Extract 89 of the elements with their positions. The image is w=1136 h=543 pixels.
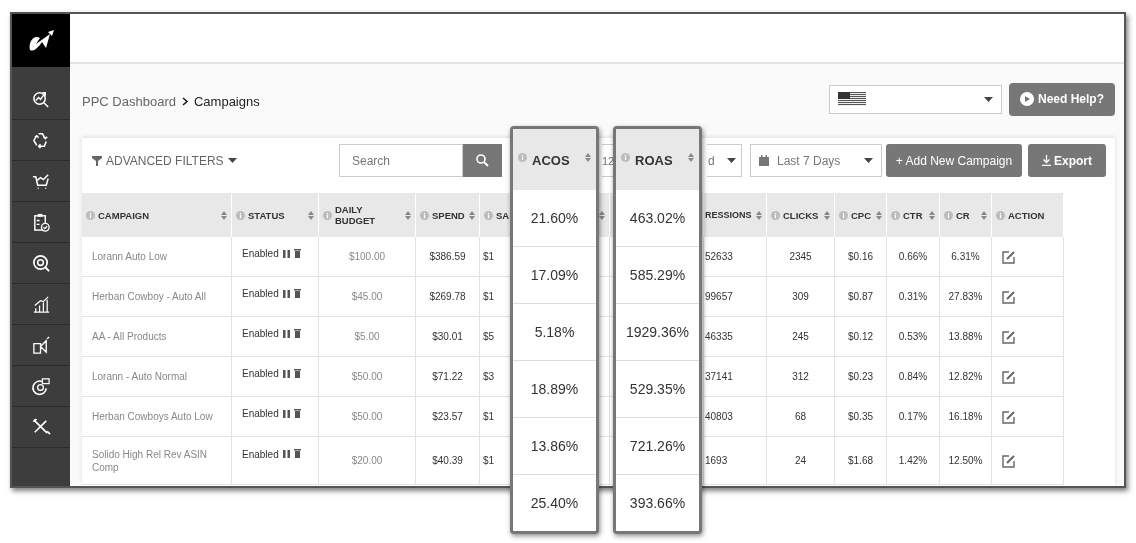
table-cell: 6.31%	[940, 237, 992, 277]
dropdown[interactable]: d	[707, 144, 742, 177]
filters-toggle[interactable]: ADVANCED FILTERS	[106, 153, 224, 168]
search-field[interactable]: Search	[339, 144, 463, 177]
table-cell: 0.17%	[887, 397, 940, 437]
table-cell: $386.59	[416, 237, 480, 277]
table-cell: $5.00	[319, 317, 416, 357]
table-cell: 24	[767, 437, 835, 485]
column-header: DAILY BUDGET	[335, 204, 377, 226]
status-text: Enabled	[242, 328, 279, 339]
breadcrumb-current: Campaigns	[193, 93, 260, 109]
table-cell: 40803	[704, 397, 767, 437]
date-range-select[interactable]: Last 7 Days	[750, 144, 882, 177]
column-header: SPEND	[432, 209, 465, 221]
table-cell: 529.35%	[616, 360, 699, 417]
table-cell: 17.09%	[513, 246, 596, 303]
table-cell: $0.35	[835, 397, 887, 437]
table-cell: 1.42%	[887, 437, 940, 485]
table-cell: $40.39	[416, 437, 480, 485]
table-cell-text: 21.60%	[529, 209, 580, 228]
column-header: CR	[956, 209, 970, 221]
table-cell: 46335	[704, 317, 767, 357]
table-cell: 13.86%	[513, 417, 596, 474]
column-header: CPC	[851, 209, 872, 221]
table-cell: Solido High Rel Rev ASIN Comp	[82, 437, 232, 485]
column-header: CTR	[903, 209, 923, 221]
table-cell: 37141	[704, 357, 767, 397]
table-cell: $0.12	[835, 317, 887, 357]
table-cell: AA - All Products	[82, 317, 232, 357]
table-cell: 0.66%	[887, 237, 940, 277]
table-cell-text: 463.02%	[628, 209, 687, 228]
table-cell: $45.00	[319, 277, 416, 317]
table-cell: $30.01	[416, 317, 480, 357]
table-cell: 0.31%	[887, 277, 940, 317]
table-cell: 1693	[704, 437, 767, 485]
table-cell: 0.53%	[887, 317, 940, 357]
table-cell: 12.82%	[940, 357, 992, 397]
table-cell: 16.18%	[940, 397, 992, 437]
table-cell: 721.26%	[616, 417, 699, 474]
table-cell: 52633	[704, 237, 767, 277]
table-cell: $71.22	[416, 357, 480, 397]
table-cell: $269.78	[416, 277, 480, 317]
table-cell: 13.88%	[940, 317, 992, 357]
table-cell: $0.87	[835, 277, 887, 317]
table-cell: Herban Cowboy - Auto All	[82, 277, 232, 317]
table-cell: $100.00	[319, 237, 416, 277]
column-header: STATUS	[248, 209, 285, 221]
table-cell: 68	[767, 397, 835, 437]
column-header: CLICKS	[783, 209, 819, 221]
table-cell: Lorann Auto Low	[82, 237, 232, 277]
table-cell: $20.00	[319, 437, 416, 485]
table-cell: 245	[767, 317, 835, 357]
column-header: ACOS	[532, 153, 571, 168]
table-cell: 27.83%	[940, 277, 992, 317]
add-campaign-button[interactable]: + Add New Campaign	[886, 144, 1022, 177]
table-cell: 12.50%	[940, 437, 992, 485]
table-cell: $0.23	[835, 357, 887, 397]
export-button[interactable]: Export	[1028, 144, 1106, 177]
table-cell: 25.40%	[513, 474, 596, 531]
table-cell: 393.66%	[616, 474, 699, 531]
table-cell: 99657	[704, 277, 767, 317]
status-text: Enabled	[242, 288, 279, 299]
column-header: ACTION	[1008, 209, 1045, 221]
table-cell: $1.68	[835, 437, 887, 485]
table-cell: $23.57	[416, 397, 480, 437]
column-header: CAMPAIGN	[98, 209, 150, 221]
breadcrumb-link[interactable]: PPC Dashboard	[82, 93, 176, 109]
status-text: Enabled	[242, 248, 279, 259]
dropdown[interactable]: 12	[602, 144, 614, 177]
table-cell: 2345	[767, 237, 835, 277]
column-header: SA	[496, 209, 510, 221]
column-header: RESSIONS	[705, 210, 752, 220]
table-cell: 0.84%	[887, 357, 940, 397]
table-cell: 18.89%	[513, 360, 596, 417]
status-text: Enabled	[242, 448, 279, 461]
table-cell: 5.18%	[513, 303, 596, 360]
table-cell: 1929.36%	[616, 303, 699, 360]
column-header: ROAS	[635, 153, 674, 168]
table-cell: 309	[767, 277, 835, 317]
help-button[interactable]: Need Help?	[1009, 82, 1115, 116]
table-cell: $50.00	[319, 357, 416, 397]
status-text: Enabled	[242, 368, 279, 379]
table-cell: 312	[767, 357, 835, 397]
table-cell: Lorann - Auto Normal	[82, 357, 232, 397]
status-text: Enabled	[242, 408, 279, 419]
table-cell: 585.29%	[616, 246, 699, 303]
table-cell: $50.00	[319, 397, 416, 437]
table-cell: Herban Cowboys Auto Low	[82, 397, 232, 437]
table-cell: $0.16	[835, 237, 887, 277]
